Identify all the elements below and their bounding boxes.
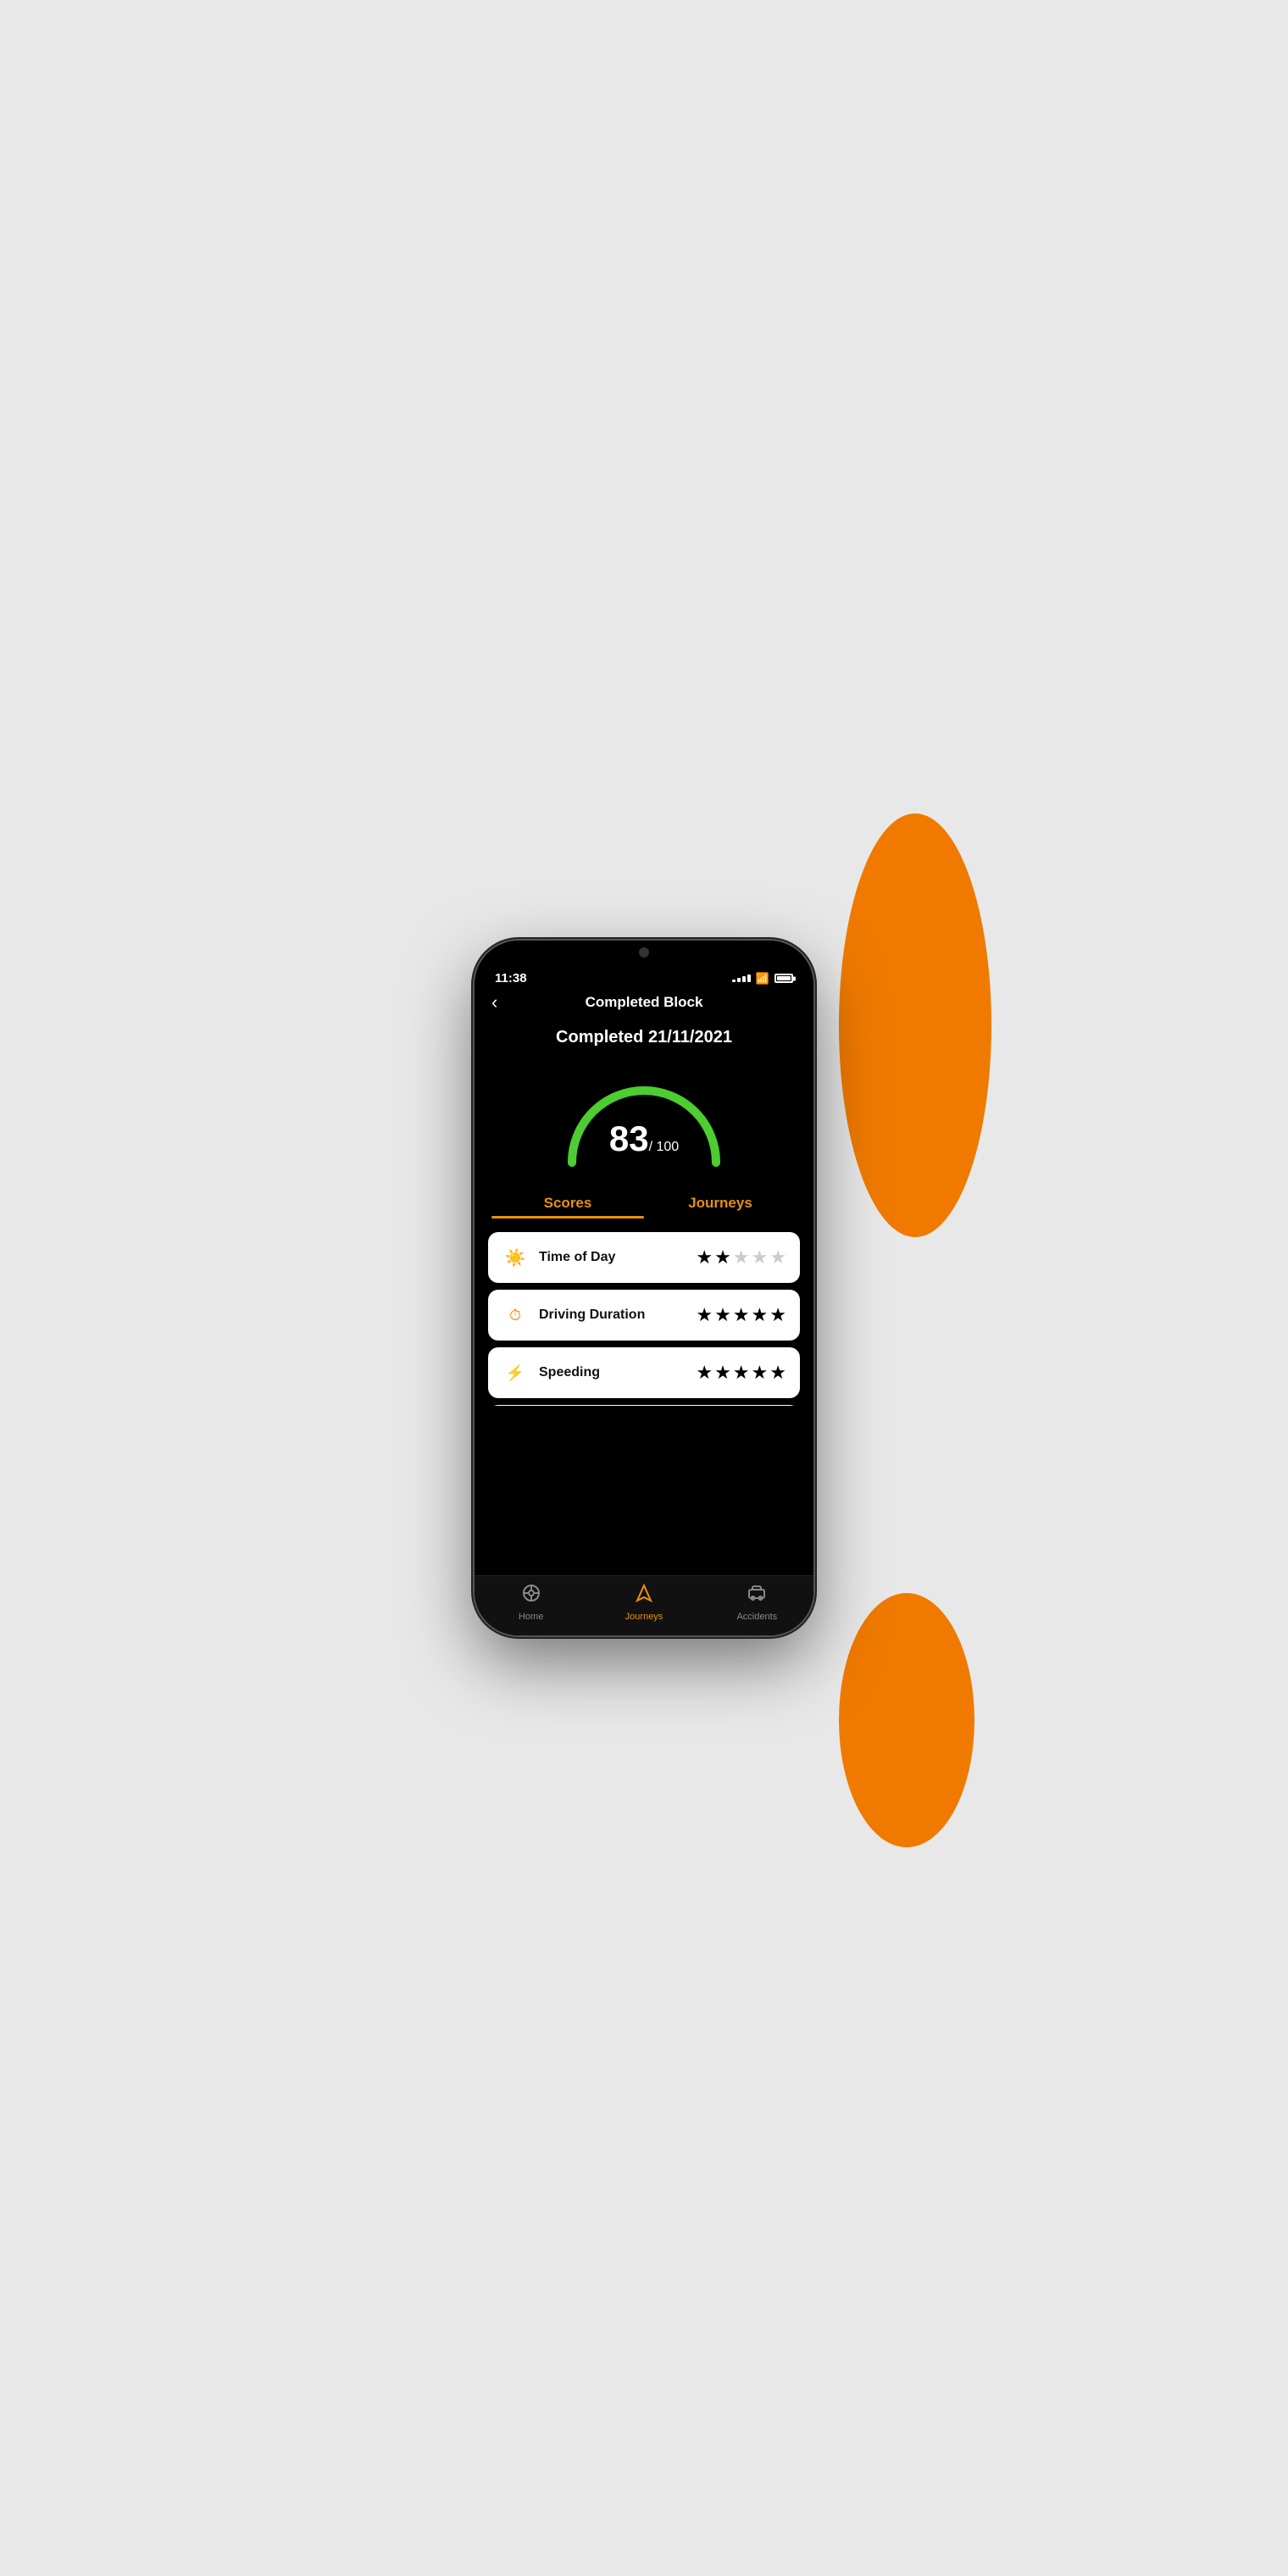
page-title: Completed Block [586, 994, 703, 1011]
accidents-icon [747, 1583, 767, 1608]
nav-accidents[interactable]: Accidents [701, 1583, 813, 1622]
bottom-navigation: Home Journeys [475, 1575, 813, 1635]
score-number: 83 [609, 1119, 649, 1158]
battery-icon [774, 974, 793, 983]
score-card-speeding[interactable]: ⚡ Speeding ★ ★ ★ ★ ★ [488, 1347, 800, 1398]
tab-bar: Scores Journeys [475, 1188, 813, 1219]
phone-screen: 11:38 📶 ‹ Completed Bloc [475, 941, 813, 1635]
orange-blob-right [839, 813, 991, 1237]
driving-duration-stars: ★ ★ ★ ★ ★ [696, 1306, 786, 1324]
speeding-stars: ★ ★ ★ ★ ★ [696, 1363, 786, 1382]
journeys-icon [634, 1583, 654, 1608]
driving-duration-label: Driving Duration [539, 1307, 686, 1323]
orange-blob-bottom-right [839, 1593, 974, 1847]
home-icon [521, 1583, 541, 1608]
status-icons: 📶 [732, 972, 793, 985]
clock: 11:38 [495, 971, 527, 985]
nav-journeys[interactable]: Journeys [587, 1583, 700, 1622]
back-button[interactable]: ‹ [491, 991, 497, 1013]
score-cards-list: ☀️ Time of Day ★ ★ ★ ★ ★ ⏱ Driving Durat… [475, 1229, 813, 1406]
page-wrapper: 11:38 📶 ‹ Completed Bloc [322, 644, 966, 1932]
time-of-day-icon: ☀️ [502, 1244, 529, 1271]
speeding-icon: ⚡ [502, 1359, 529, 1386]
time-of-day-stars: ★ ★ ★ ★ ★ [696, 1248, 786, 1267]
time-of-day-label: Time of Day [539, 1250, 686, 1265]
score-card-driving-duration[interactable]: ⏱ Driving Duration ★ ★ ★ ★ ★ [488, 1290, 800, 1341]
score-gauge: 83/ 100 [475, 1061, 813, 1188]
speeding-label: Speeding [539, 1365, 686, 1380]
completed-date: Completed 21/11/2021 [475, 1019, 813, 1061]
camera-notch [639, 947, 649, 958]
tab-journeys[interactable]: Journeys [644, 1188, 797, 1219]
tab-scores[interactable]: Scores [491, 1188, 644, 1219]
nav-home-label: Home [519, 1612, 543, 1622]
score-card-time-of-day[interactable]: ☀️ Time of Day ★ ★ ★ ★ ★ [488, 1232, 800, 1283]
header: ‹ Completed Block [475, 989, 813, 1019]
phone-shell: 11:38 📶 ‹ Completed Bloc [475, 941, 813, 1635]
nav-home[interactable]: Home [475, 1583, 587, 1622]
wifi-icon: 📶 [756, 972, 769, 985]
driving-duration-icon: ⏱ [502, 1302, 529, 1329]
nav-accidents-label: Accidents [736, 1612, 777, 1622]
gauge-score-display: 83/ 100 [609, 1121, 679, 1157]
nav-journeys-label: Journeys [625, 1612, 663, 1622]
status-bar: 11:38 📶 [475, 961, 813, 989]
score-denom: / 100 [649, 1140, 680, 1154]
content-spacer [475, 1406, 813, 1576]
signal-icon [732, 974, 751, 982]
